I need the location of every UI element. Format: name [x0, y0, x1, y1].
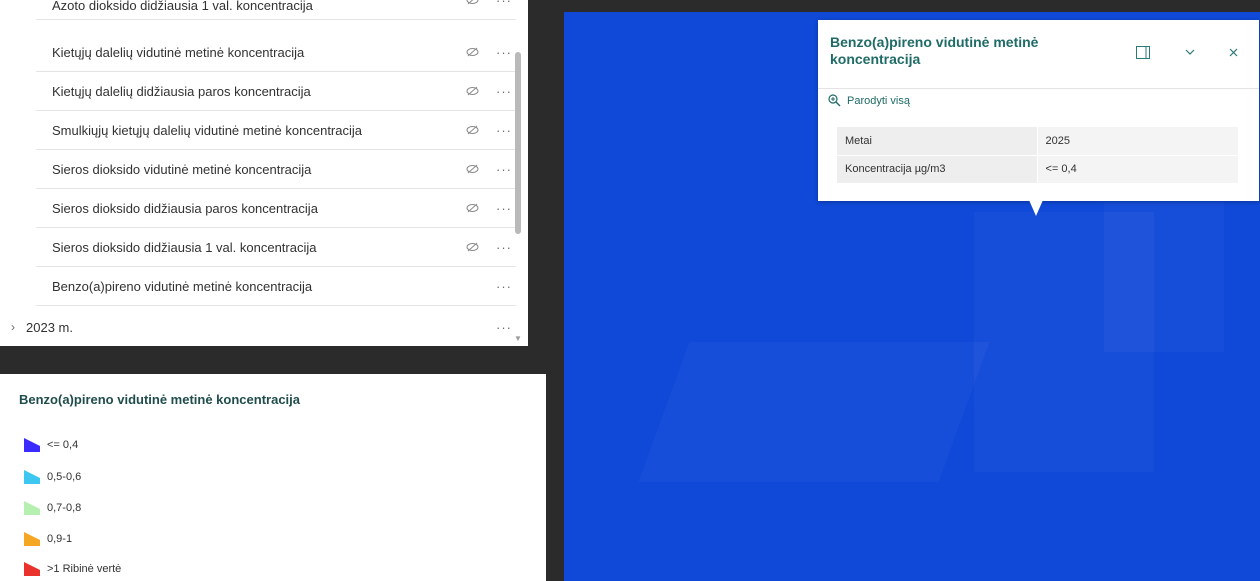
dock-icon[interactable]: [1133, 42, 1153, 62]
legend-item: 0,5-0,6: [24, 469, 81, 485]
legend-label: >1 Ribinė vertė: [47, 563, 122, 575]
layer-label: Azoto dioksido didžiausia 1 val. koncent…: [52, 0, 313, 13]
zoom-in-icon: [828, 94, 841, 107]
legend-label: 0,5-0,6: [47, 471, 82, 483]
layer-row[interactable]: Benzo(a)pireno vidutinė metinė koncentra…: [36, 267, 516, 306]
visibility-off-icon[interactable]: [462, 203, 482, 213]
table-row: Metai 2025: [837, 127, 1238, 156]
layer-row[interactable]: Kietųjų dalelių vidutinė metinė koncentr…: [36, 33, 516, 72]
layer-options-button[interactable]: ···: [492, 45, 516, 60]
scrollbar-thumb[interactable]: [515, 52, 521, 234]
layer-list-panel: Azoto dioksido didžiausia 1 val. koncent…: [0, 0, 528, 346]
zoom-to-label: Parodyti visą: [847, 94, 910, 107]
attribute-value: <= 0,4: [1037, 155, 1238, 184]
layer-label: Kietųjų dalelių vidutinė metinė koncentr…: [52, 44, 305, 60]
map-feature: [639, 342, 990, 482]
chevron-right-icon[interactable]: ›: [0, 320, 20, 334]
legend-label: 0,9-1: [47, 533, 73, 545]
map-feature: [1104, 202, 1224, 352]
layer-row[interactable]: Smulkiųjų kietųjų dalelių vidutinė metin…: [36, 111, 516, 150]
layer-options-button[interactable]: ···: [492, 123, 516, 138]
layer-row[interactable]: Sieros dioksido vidutinė metinė koncentr…: [36, 150, 516, 189]
layer-options-button[interactable]: ···: [492, 279, 516, 294]
legend-item: 0,7-0,8: [24, 500, 81, 516]
layer-row[interactable]: Kietųjų dalelių didžiausia paros koncent…: [36, 72, 516, 111]
legend-item: <= 0,4: [24, 437, 78, 453]
layer-label: Sieros dioksido didžiausia paros koncent…: [52, 200, 318, 216]
popup-divider: [818, 88, 1259, 89]
layer-options-button[interactable]: ···: [492, 0, 516, 8]
layer-options-button[interactable]: ···: [492, 84, 516, 99]
layer-group-2023[interactable]: › 2023 m. ···: [0, 309, 516, 345]
layer-row[interactable]: Sieros dioksido didžiausia 1 val. koncen…: [36, 228, 516, 267]
feature-popup: Benzo(a)pireno vidutinė metinė koncentra…: [818, 20, 1259, 201]
close-icon[interactable]: [1223, 42, 1243, 62]
layer-options-button[interactable]: ···: [492, 240, 516, 255]
legend-label: <= 0,4: [47, 439, 79, 451]
chevron-down-icon[interactable]: [1180, 42, 1200, 62]
scroll-down-icon[interactable]: ▼: [514, 334, 522, 343]
legend-swatch-icon: [24, 532, 40, 546]
layer-label: Sieros dioksido vidutinė metinė koncentr…: [52, 161, 312, 177]
layer-label: Benzo(a)pireno vidutinė metinė koncentra…: [52, 278, 313, 294]
legend-label: 0,7-0,8: [47, 502, 82, 514]
group-label: 2023 m.: [26, 319, 73, 335]
legend-item: 0,9-1: [24, 531, 72, 547]
visibility-off-icon[interactable]: [462, 164, 482, 174]
visibility-off-icon[interactable]: [462, 242, 482, 252]
layer-row[interactable]: Sieros dioksido didžiausia paros koncent…: [36, 189, 516, 228]
attribute-table: Metai 2025 Koncentracija µg/m3 <= 0,4: [837, 127, 1238, 184]
zoom-to-button[interactable]: Parodyti visą: [828, 94, 910, 107]
legend-swatch-icon: [24, 562, 40, 576]
attribute-key: Koncentracija µg/m3: [837, 155, 1038, 184]
layer-options-button[interactable]: ···: [492, 201, 516, 216]
legend-swatch-icon: [24, 438, 40, 452]
attribute-value: 2025: [1037, 127, 1238, 156]
legend-swatch-icon: [24, 501, 40, 515]
legend-item: >1 Ribinė vertė: [24, 561, 121, 577]
layer-row[interactable]: Azoto dioksido didžiausia 1 val. koncent…: [36, 0, 516, 20]
table-row: Koncentracija µg/m3 <= 0,4: [837, 155, 1238, 184]
visibility-off-icon[interactable]: [462, 47, 482, 57]
visibility-off-icon[interactable]: [462, 0, 482, 5]
legend-panel: Benzo(a)pireno vidutinė metinė koncentra…: [0, 374, 546, 581]
group-options-button[interactable]: ···: [492, 320, 516, 335]
legend-swatch-icon: [24, 470, 40, 484]
legend-title: Benzo(a)pireno vidutinė metinė koncentra…: [19, 392, 300, 407]
visibility-off-icon[interactable]: [462, 86, 482, 96]
layer-label: Kietųjų dalelių didžiausia paros koncent…: [52, 83, 311, 99]
layer-options-button[interactable]: ···: [492, 162, 516, 177]
layer-label: Smulkiųjų kietųjų dalelių vidutinė metin…: [52, 122, 363, 138]
popup-title: Benzo(a)pireno vidutinė metinė koncentra…: [830, 34, 1039, 67]
attribute-key: Metai: [837, 127, 1038, 156]
visibility-off-icon[interactable]: [462, 125, 482, 135]
popup-pointer: [1029, 200, 1043, 216]
layer-label: Sieros dioksido didžiausia 1 val. koncen…: [52, 239, 317, 255]
